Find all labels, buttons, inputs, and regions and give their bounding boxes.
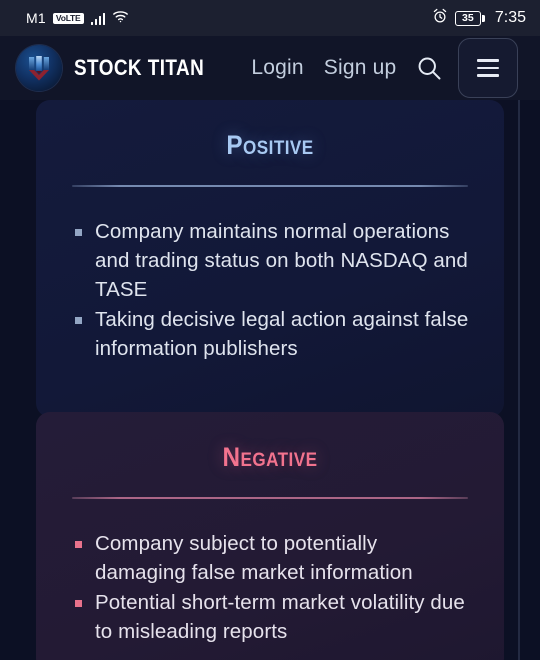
carrier-label: M1 <box>26 10 46 26</box>
hamburger-menu-icon <box>477 59 500 62</box>
list-item: Company maintains normal operations and … <box>70 217 470 304</box>
signup-link[interactable]: Sign up <box>324 56 397 80</box>
clock-label: 7:35 <box>494 9 526 26</box>
status-bar-left: M1 VoLTE <box>26 9 129 28</box>
alarm-clock-icon <box>432 8 448 29</box>
hamburger-menu-button[interactable] <box>458 38 519 98</box>
battery-level-label: 35 <box>462 11 474 24</box>
volte-badge: VoLTE <box>52 12 84 24</box>
page-content: Positive Company maintains normal operat… <box>0 100 540 660</box>
status-bar: M1 VoLTE 35 7:35 <box>0 0 540 36</box>
positive-card-divider <box>72 185 468 187</box>
negative-bullet-list: Company subject to potentially damaging … <box>70 529 470 646</box>
negative-card-divider <box>72 497 468 499</box>
status-bar-right: 35 7:35 <box>432 8 526 29</box>
negative-card: Negative Company subject to potentially … <box>36 412 504 660</box>
signal-bars-icon <box>90 12 106 25</box>
wifi-icon <box>112 9 129 28</box>
app-screen: M1 VoLTE 35 7:35 STOCK TITAN Login Sign … <box>0 0 540 660</box>
brand-name: STOCK TITAN <box>74 55 205 80</box>
search-icon <box>418 57 441 80</box>
positive-card: Positive Company maintains normal operat… <box>36 100 504 417</box>
stock-titan-logo-icon <box>16 45 62 91</box>
list-item: Taking decisive legal action against fal… <box>70 305 470 363</box>
login-link[interactable]: Login <box>251 56 303 80</box>
battery-icon: 35 <box>454 10 485 26</box>
site-header: STOCK TITAN Login Sign up <box>0 36 540 100</box>
brand-home-link[interactable]: STOCK TITAN <box>16 45 225 91</box>
positive-card-title: Positive <box>226 130 314 160</box>
search-button[interactable] <box>412 51 446 85</box>
positive-bullet-list: Company maintains normal operations and … <box>70 217 470 363</box>
list-item: Potential short-term market volatility d… <box>70 588 470 646</box>
header-nav: Login Sign up <box>251 56 396 80</box>
negative-card-title: Negative <box>222 442 318 472</box>
list-item: Company subject to potentially damaging … <box>70 529 470 587</box>
page-scrollbar[interactable] <box>518 100 520 660</box>
